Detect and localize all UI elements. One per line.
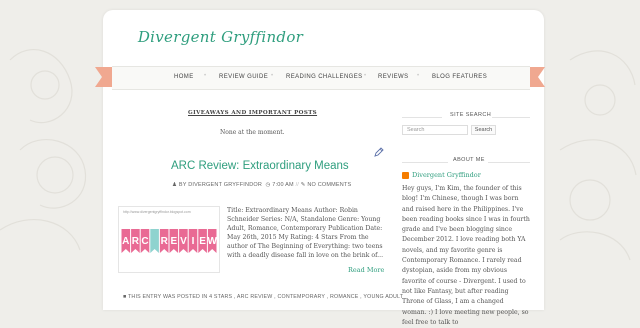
post-meta: ♟ BY DIVERGENT GRYFFINDOR ◷ 7:00 AM // ✎… [172, 182, 351, 188]
thumbnail-url: http://www.divergentgryffindor.blogspot.… [123, 210, 191, 214]
author-profile-link[interactable]: Divergent Gryffindor [412, 171, 481, 179]
post-thumbnail[interactable]: http://www.divergentgryffindor.blogspot.… [118, 206, 220, 273]
nav-item-home[interactable]: HOME [174, 74, 194, 80]
meta-separator: // [295, 182, 300, 188]
search-button[interactable]: Search [471, 125, 496, 135]
nav-separator: • [271, 73, 274, 79]
banner-letter: A [122, 236, 129, 247]
tag-icon: ■ [123, 294, 127, 300]
post-author[interactable]: BY DIVERGENT GRYFFINDOR [179, 182, 262, 188]
banner-letter: W [207, 236, 217, 247]
nav-item-review-guide[interactable]: REVIEW GUIDE [219, 74, 268, 80]
post-tags: ■ THIS ENTRY WAS POSTED IN 4 STARS , ARC… [123, 294, 403, 300]
banner-letter: R [132, 236, 140, 247]
site-title[interactable]: Divergent Gryffindor [0, 28, 441, 46]
nav-item-blog-features[interactable]: BLOG FEATURES [432, 74, 487, 80]
edit-icon[interactable] [374, 147, 384, 157]
banner-letter: C [141, 236, 148, 247]
banner-letter: E [199, 236, 206, 247]
search-heading: SITE SEARCH [450, 112, 492, 118]
divider [488, 162, 530, 163]
clock-icon: ◷ [263, 182, 271, 188]
author-icon: ♟ [172, 182, 178, 188]
arc-review-banner: ARCREVIEW [121, 229, 217, 253]
post-comments[interactable]: NO COMMENTS [307, 182, 351, 188]
banner-flag [150, 229, 159, 253]
divider [402, 162, 448, 163]
giveaways-heading[interactable]: GIVEAWAYS AND IMPORTANT POSTS [188, 110, 317, 116]
divider [492, 117, 530, 118]
post-time[interactable]: 7:00 AM [272, 182, 294, 188]
about-text: Hey guys, I'm Kim, the founder of this b… [402, 185, 530, 326]
search-input[interactable]: Search [402, 125, 468, 135]
giveaways-text: None at the moment. [220, 129, 285, 136]
divider [402, 117, 442, 118]
blogger-icon [402, 172, 409, 179]
about-heading: ABOUT ME [453, 157, 485, 163]
post-tags-text[interactable]: THIS ENTRY WAS POSTED IN 4 STARS , ARC R… [128, 294, 403, 300]
read-more-link[interactable]: Read More [348, 266, 384, 274]
nav-item-reading-challenges[interactable]: READING CHALLENGES [286, 74, 363, 80]
nav-item-reviews[interactable]: REVIEWS [378, 74, 408, 80]
nav-separator: • [417, 73, 420, 79]
post-excerpt: Title: Extraordinary Means Author: Robin… [227, 207, 384, 259]
comment-icon: ✎ [300, 182, 306, 188]
main-nav: HOME • REVIEW GUIDE • READING CHALLENGES… [112, 66, 530, 90]
nav-separator: • [364, 73, 367, 79]
banner-letter: E [170, 236, 177, 247]
banner-letter: V [180, 236, 187, 247]
banner-letter: I [192, 236, 195, 247]
banner-letter: R [161, 236, 169, 247]
nav-separator: • [204, 73, 207, 79]
post-title[interactable]: ARC Review: Extraordinary Means [171, 160, 349, 172]
